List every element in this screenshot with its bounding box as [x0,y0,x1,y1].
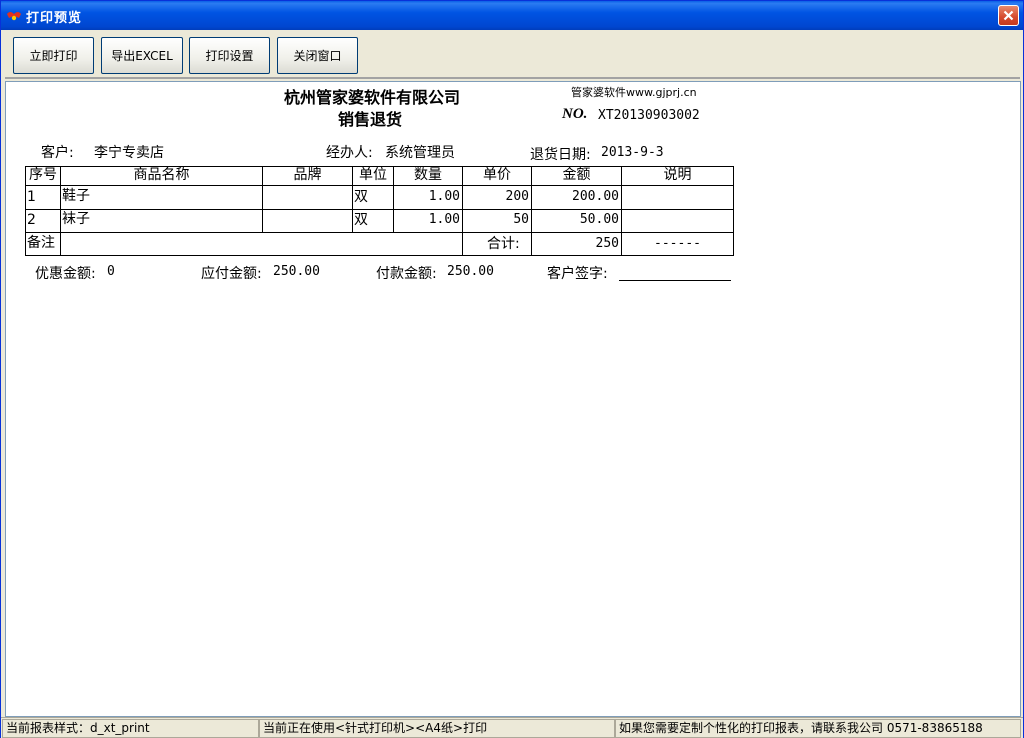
row-seq: 2 [27,212,36,228]
print-preview-window: 打印预览 立即打印 导出EXCEL 打印设置 关闭窗口 杭州管家婆软件有限公司 … [0,0,1024,738]
col-header: 商品名称 [133,167,190,183]
doc-no-value: XT20130903002 [598,108,700,123]
return-date-value: 2013-9-3 [601,145,664,160]
status-printer: 当前正在使用<针式打印机><A4纸>打印 [259,719,615,738]
doc-no-label: NO. [562,106,588,122]
row-name: 鞋子 [62,188,90,204]
row-amount: 200.00 [572,189,619,204]
print-setup-button[interactable]: 打印设置 [189,37,270,74]
company-name: 杭州管家婆软件有限公司 [284,88,461,107]
status-report-style: 当前报表样式：d_xt_print [2,719,259,738]
col-header: 单位 [359,167,387,183]
signature-line [619,280,731,281]
payable-value: 250.00 [273,264,320,279]
window-title: 打印预览 [26,11,83,26]
app-icon [6,8,22,22]
col-header: 金额 [562,167,591,183]
row-price: 200 [505,189,529,204]
total-note: ------ [654,236,701,251]
total-label: 合计: [487,236,520,252]
toolbar: 立即打印 导出EXCEL 打印设置 关闭窗口 [5,31,1020,79]
col-header: 序号 [29,167,57,183]
row-seq: 1 [27,189,36,205]
row-amount: 50.00 [579,212,619,227]
handler-value: 系统管理员 [385,145,455,161]
paid-label: 付款金额: [376,266,437,282]
handler-label: 经办人: [326,145,373,161]
row-unit: 双 [354,189,368,205]
col-header: 品牌 [293,167,322,183]
items-table: 序号 商品名称 品牌 单位 数量 单价 金额 说明 1 鞋子 双 1.00 20… [25,166,734,257]
close-button[interactable] [998,5,1019,26]
payable-label: 应付金额: [201,266,262,282]
paid-value: 250.00 [447,264,494,279]
row-unit: 双 [354,212,368,228]
row-name: 袜子 [62,211,90,227]
discount-value: 0 [107,264,115,279]
print-preview-area[interactable]: 杭州管家婆软件有限公司 销售退货 管家婆软件www.gjprj.cn NO. X… [5,81,1021,717]
row-qty: 1.00 [428,189,460,204]
status-bar: 当前报表样式：d_xt_print 当前正在使用<针式打印机><A4纸>打印 如… [1,717,1023,738]
remark-label: 备注 [27,235,55,251]
website-text: 管家婆软件www.gjprj.cn [571,86,697,99]
discount-label: 优惠金额: [35,266,96,282]
total-value: 250 [595,236,619,251]
col-header: 数量 [414,167,442,183]
signature-label: 客户签字: [547,266,608,282]
document-type: 销售退货 [338,110,403,129]
customer-value: 李宁专卖店 [94,145,164,161]
col-header: 说明 [663,167,692,183]
print-now-button[interactable]: 立即打印 [13,37,94,74]
return-date-label: 退货日期: [530,147,591,163]
customer-label: 客户: [41,145,74,161]
close-icon [1003,10,1014,21]
row-price: 50 [513,212,529,227]
status-contact: 如果您需要定制个性化的打印报表，请联系我公司 0571-83865188 [615,719,1021,738]
export-excel-button[interactable]: 导出EXCEL [101,37,183,74]
row-qty: 1.00 [428,212,460,227]
title-bar[interactable]: 打印预览 [1,1,1023,30]
col-header: 单价 [483,167,511,183]
close-window-button[interactable]: 关闭窗口 [277,37,358,74]
